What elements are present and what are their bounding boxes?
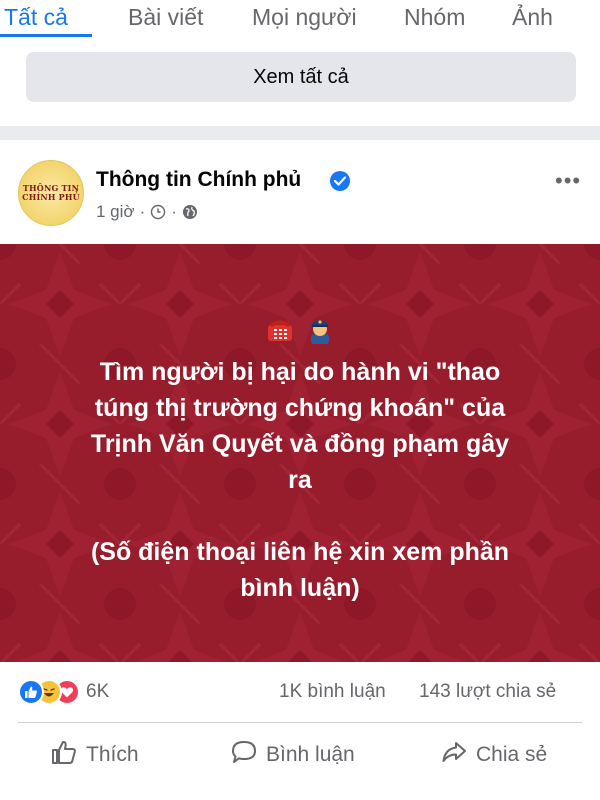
post-text-block: Tìm người bị hại do hành vi "thao túng t… bbox=[40, 314, 560, 606]
telephone-icon bbox=[265, 314, 295, 348]
comment-button[interactable]: Bình luận bbox=[230, 738, 355, 772]
tab-people[interactable]: Mọi người bbox=[252, 4, 357, 31]
avatar[interactable]: THÔNG TIN CHÍNH PHỦ bbox=[18, 160, 84, 226]
meta-separator: · bbox=[139, 202, 146, 221]
reaction-count[interactable]: 6K bbox=[86, 681, 109, 703]
globe-icon bbox=[182, 204, 198, 220]
post-actions: Thích Bình luận Chia sẻ bbox=[0, 732, 600, 782]
police-officer-icon bbox=[305, 314, 335, 348]
share-count[interactable]: 143 lượt chia sẻ bbox=[419, 681, 556, 703]
thumbs-up-icon bbox=[50, 738, 86, 772]
tab-posts[interactable]: Bài viết bbox=[128, 4, 203, 31]
post-meta: 1 giờ · · bbox=[96, 202, 198, 222]
share-button[interactable]: Chia sẻ bbox=[440, 738, 547, 772]
comment-bubble-icon bbox=[230, 738, 266, 772]
tab-groups[interactable]: Nhóm bbox=[404, 4, 465, 31]
comment-label: Bình luận bbox=[266, 743, 355, 766]
text-spacer bbox=[40, 498, 560, 534]
feed-separator bbox=[0, 126, 600, 140]
reaction-summary: 6K 1K bình luận 143 lượt chia sẻ bbox=[0, 676, 600, 712]
comment-count[interactable]: 1K bình luận bbox=[279, 681, 386, 703]
verified-badge-icon bbox=[330, 171, 350, 191]
tab-photos[interactable]: Ảnh bbox=[512, 4, 553, 31]
clock-icon bbox=[150, 204, 166, 220]
post-note-line: bình luận) bbox=[240, 574, 360, 602]
active-tab-indicator bbox=[0, 34, 92, 37]
like-label: Thích bbox=[86, 743, 139, 766]
post-text-line: Tìm người bị hại do hành vi "thao bbox=[99, 358, 501, 386]
post-time[interactable]: 1 giờ bbox=[96, 202, 135, 222]
see-all-button[interactable]: Xem tất cả bbox=[26, 52, 576, 102]
post-text-line: túng thị trường chứng khoán" của bbox=[94, 394, 506, 422]
post-card: THÔNG TIN CHÍNH PHỦ Thông tin Chính phủ … bbox=[0, 140, 600, 800]
post-text-line: ra bbox=[288, 466, 312, 494]
search-tabs: Tất cả Bài viết Mọi người Nhóm Ảnh bbox=[0, 0, 600, 40]
share-label: Chia sẻ bbox=[476, 743, 548, 766]
like-reaction-icon bbox=[18, 679, 44, 705]
see-all-section: Xem tất cả bbox=[0, 40, 600, 124]
avatar-text-line-2: CHÍNH PHỦ bbox=[22, 192, 80, 202]
post-text-line: Trịnh Văn Quyết và đồng phạm gây bbox=[90, 430, 510, 458]
reaction-icons[interactable] bbox=[18, 679, 80, 707]
like-button[interactable]: Thích bbox=[50, 738, 139, 772]
post-note-line: (Số điện thoại liên hệ xin xem phần bbox=[90, 538, 510, 566]
meta-separator: · bbox=[171, 202, 177, 221]
post-author[interactable]: Thông tin Chính phủ bbox=[96, 168, 301, 192]
share-arrow-icon bbox=[440, 738, 476, 772]
emoji-row bbox=[40, 314, 560, 348]
post-image[interactable]: Tìm người bị hại do hành vi "thao túng t… bbox=[0, 244, 600, 662]
more-options-icon[interactable]: ••• bbox=[555, 168, 581, 194]
action-divider bbox=[18, 722, 582, 723]
tab-all[interactable]: Tất cả bbox=[4, 4, 68, 31]
